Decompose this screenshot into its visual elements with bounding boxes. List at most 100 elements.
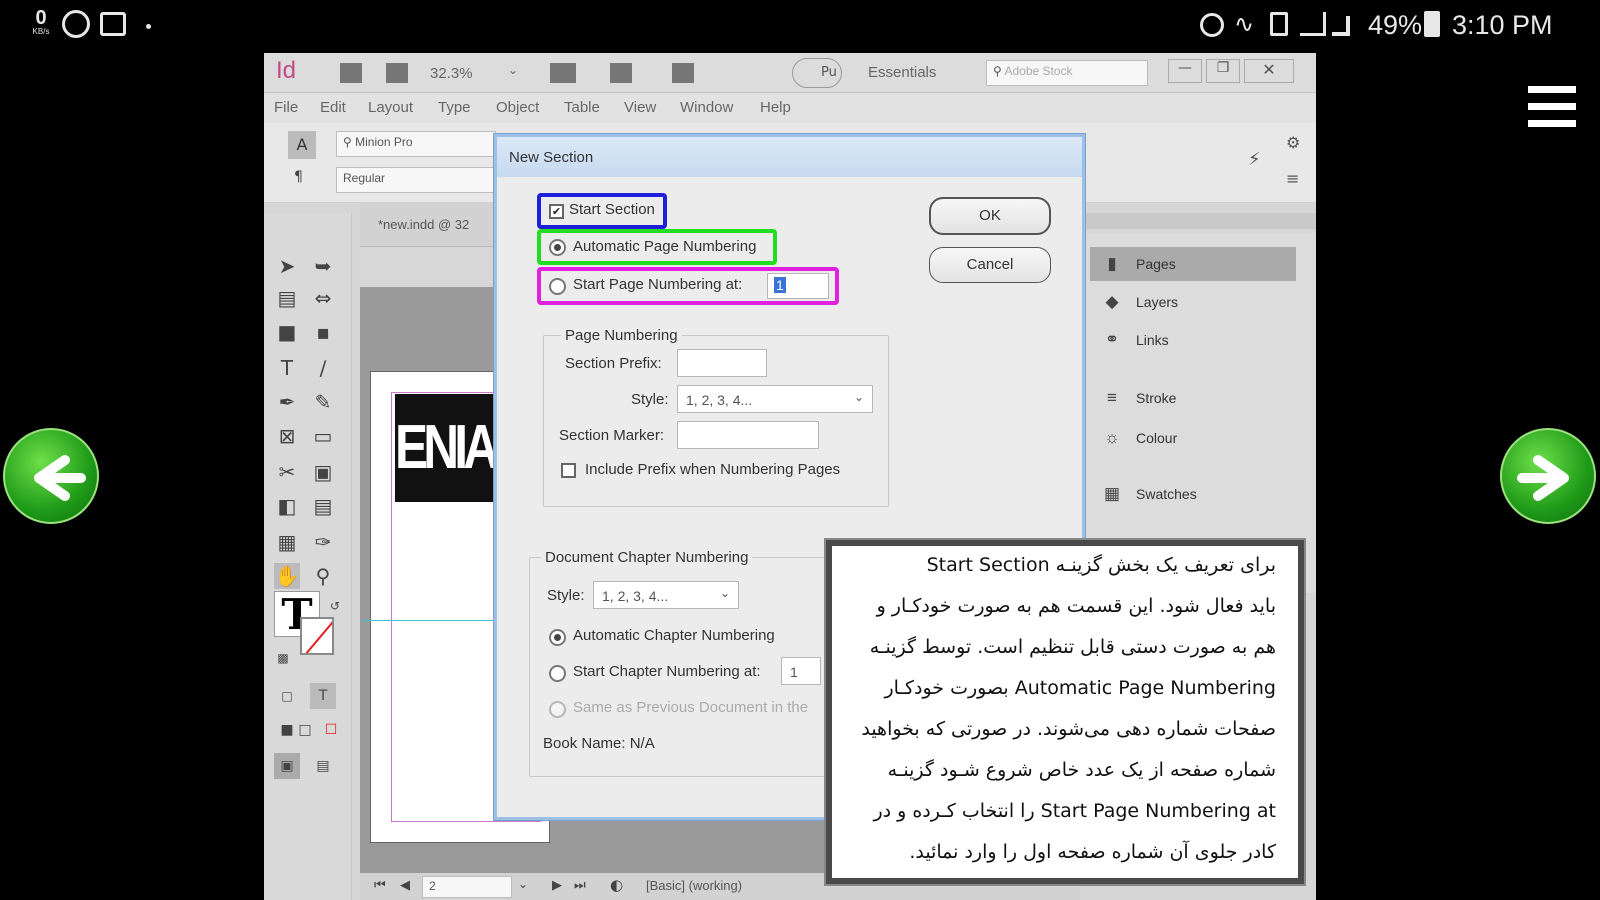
style-select[interactable]: 1, 2, 3, 4... ⌄	[677, 385, 873, 413]
start-section-label[interactable]: Start Section	[569, 201, 655, 218]
content-collector-icon[interactable]: ■	[274, 319, 300, 345]
publish-button[interactable]: Pu	[792, 58, 842, 88]
start-page-numbering-radio[interactable]	[549, 278, 566, 295]
cancel-button[interactable]: Cancel	[929, 247, 1051, 283]
page-tool-icon[interactable]: ▤	[274, 285, 300, 311]
page-number-field[interactable]: 2	[422, 876, 512, 898]
start-page-number-input[interactable]: 1	[767, 273, 829, 299]
auto-page-numbering-radio[interactable]	[549, 239, 566, 256]
selection-tool-icon[interactable]: ➤	[274, 253, 300, 279]
menu-type[interactable]: Type	[438, 99, 471, 116]
panel-collapse-bar[interactable]	[1074, 213, 1316, 229]
swap-fill-stroke-icon[interactable]: ↺	[322, 593, 348, 619]
line-tool-icon[interactable]: ∕	[310, 355, 336, 381]
panel-item-stroke[interactable]: ≡ Stroke	[1090, 381, 1296, 415]
panel-item-links[interactable]: ⚭ Links	[1090, 323, 1296, 357]
panel-item-colour[interactable]: ☼ Colour	[1090, 421, 1296, 455]
menu-help[interactable]: Help	[760, 99, 791, 116]
eyedropper-tool-icon[interactable]: ✑	[310, 529, 336, 555]
restore-button[interactable]: ❐	[1206, 59, 1240, 83]
start-page-numbering-label[interactable]: Start Page Numbering at:	[573, 276, 742, 293]
settings-icon[interactable]: ⚙	[1286, 133, 1300, 152]
gradient-feather-tool-icon[interactable]: ▤	[310, 493, 336, 519]
minimize-button[interactable]: —	[1168, 59, 1202, 83]
free-transform-tool-icon[interactable]: ▣	[310, 459, 336, 485]
note-tool-icon[interactable]: ▦	[274, 529, 300, 555]
start-chapter-label[interactable]: Start Chapter Numbering at:	[573, 663, 761, 680]
same-as-previous-label[interactable]: Same as Previous Document in the	[573, 699, 808, 716]
screen-mode-icon[interactable]	[610, 63, 632, 83]
panel-item-layers[interactable]: ◆ Layers	[1090, 285, 1296, 319]
direct-selection-tool-icon[interactable]: ➥	[310, 253, 336, 279]
first-page-icon[interactable]: ⏮	[374, 878, 386, 893]
chapter-style-select[interactable]: 1, 2, 3, 4... ⌄	[593, 581, 739, 609]
zoom-level[interactable]: 32.3%	[430, 65, 473, 82]
stroke-swatch-icon[interactable]	[300, 617, 334, 655]
gap-tool-icon[interactable]: ⇔	[310, 285, 336, 311]
normal-view-icon[interactable]: ▣	[274, 753, 300, 779]
menu-table[interactable]: Table	[564, 99, 600, 116]
type-tool-icon[interactable]: T	[274, 355, 300, 381]
start-chapter-radio[interactable]	[549, 665, 566, 682]
same-as-previous-radio[interactable]	[549, 701, 566, 718]
apply-gradient-icon[interactable]: □	[292, 717, 318, 743]
preview-mode-icon[interactable]: ▤	[310, 753, 336, 779]
include-prefix-label[interactable]: Include Prefix when Numbering Pages	[585, 461, 840, 478]
section-marker-input[interactable]	[677, 421, 819, 449]
previous-arrow-button[interactable]	[3, 428, 99, 524]
arrange-documents-icon[interactable]	[672, 63, 694, 83]
bridge-icon[interactable]	[340, 63, 362, 83]
scissors-tool-icon[interactable]: ✂	[274, 459, 300, 485]
last-page-icon[interactable]: ⏭	[574, 878, 586, 893]
container-format-icon[interactable]: □	[274, 683, 300, 709]
character-formatting-icon[interactable]: A	[288, 131, 316, 159]
ok-button[interactable]: OK	[929, 197, 1051, 235]
colour-icon: ☼	[1104, 428, 1120, 447]
gradient-swatch-tool-icon[interactable]: ◧	[274, 493, 300, 519]
lightning-icon[interactable]: ⚡	[1248, 149, 1261, 170]
chevron-down-icon[interactable]: ⌄	[508, 63, 518, 77]
preflight-icon[interactable]: ◐	[610, 876, 623, 894]
font-style-field[interactable]: Regular	[336, 167, 496, 193]
menu-layout[interactable]: Layout	[368, 99, 413, 116]
paragraph-formatting-icon[interactable]: ¶	[294, 169, 303, 185]
pen-tool-icon[interactable]: ✒	[274, 389, 300, 415]
text-format-icon[interactable]: T	[310, 683, 336, 709]
previous-page-icon[interactable]: ◀	[400, 878, 410, 893]
menu-window[interactable]: Window	[680, 99, 733, 116]
adobe-stock-search[interactable]: ⚲ Adobe Stock	[986, 60, 1148, 86]
preflight-profile[interactable]: [Basic] (working)	[646, 878, 742, 893]
next-page-icon[interactable]: ▶	[552, 878, 562, 893]
next-arrow-button[interactable]	[1500, 428, 1596, 524]
panel-menu-icon[interactable]: ≡	[1286, 169, 1299, 188]
rectangle-tool-icon[interactable]: ▭	[310, 423, 336, 449]
menu-object[interactable]: Object	[496, 99, 539, 116]
menu-icon[interactable]	[1528, 86, 1576, 128]
stock-icon[interactable]	[386, 63, 408, 83]
apply-none-icon[interactable]: ☐	[318, 717, 344, 743]
start-chapter-input[interactable]: 1	[781, 657, 821, 685]
font-family-field[interactable]: ⚲ Minion Pro	[336, 131, 496, 157]
close-window-button[interactable]: ✕	[1244, 59, 1294, 83]
auto-page-numbering-label[interactable]: Automatic Page Numbering	[573, 238, 756, 255]
menu-edit[interactable]: Edit	[320, 99, 346, 116]
hand-tool-icon[interactable]: ✋	[274, 563, 300, 589]
auto-chapter-label[interactable]: Automatic Chapter Numbering	[573, 627, 775, 644]
view-options-icon[interactable]	[550, 63, 576, 83]
menu-view[interactable]: View	[624, 99, 656, 116]
default-fill-stroke-icon[interactable]: ▩	[270, 645, 296, 671]
font-family-value: Minion Pro	[355, 135, 413, 149]
zoom-tool-icon[interactable]: ⚲	[310, 563, 336, 589]
content-placer-icon[interactable]: ▪	[310, 319, 336, 345]
panel-item-pages[interactable]: ▮ Pages	[1090, 247, 1296, 281]
panel-item-swatches[interactable]: ▦ Swatches	[1090, 477, 1296, 511]
page-dropdown-icon[interactable]: ⌄	[518, 877, 528, 891]
start-section-checkbox[interactable]: ✔	[549, 204, 564, 219]
section-prefix-input[interactable]	[677, 349, 767, 377]
include-prefix-checkbox[interactable]	[561, 463, 576, 478]
rectangle-frame-tool-icon[interactable]: ⊠	[274, 423, 300, 449]
auto-chapter-radio[interactable]	[549, 629, 566, 646]
menu-file[interactable]: File	[274, 99, 298, 116]
pencil-tool-icon[interactable]: ✎	[310, 389, 336, 415]
workspace-switcher[interactable]: Essentials	[868, 64, 936, 81]
